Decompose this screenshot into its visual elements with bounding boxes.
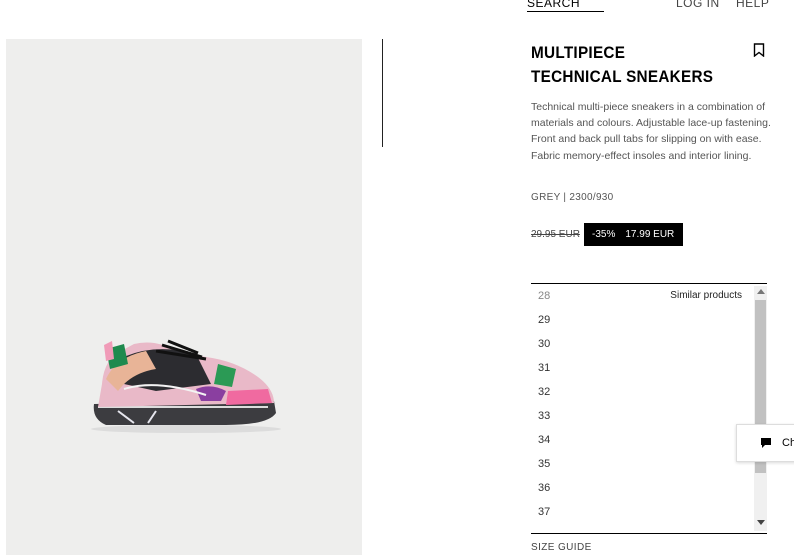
similar-products-link[interactable]: Similar products [670, 290, 742, 301]
login-link[interactable]: LOG IN [676, 0, 720, 10]
sneaker-image [91, 339, 281, 433]
size-selector[interactable]: 28 29 30 31 32 33 34 35 36 37 Similar products [531, 283, 767, 534]
size-option[interactable]: 28 [538, 284, 550, 308]
search-link[interactable]: SEARCH [527, 0, 604, 12]
scroll-down-arrow-icon[interactable] [757, 520, 765, 525]
chat-button[interactable]: Ch [736, 424, 794, 462]
product-description: Technical multi-piece sneakers in a comb… [531, 101, 771, 162]
size-list-scrollbar[interactable] [754, 286, 767, 531]
product-image[interactable] [6, 39, 362, 555]
size-option[interactable]: 31 [538, 356, 550, 380]
old-price: 29.95 EUR [531, 229, 580, 240]
product-title: MULTIPIECE TECHNICAL SNEAKERS [531, 43, 714, 86]
size-option[interactable]: 35 [538, 452, 550, 476]
size-option[interactable]: 32 [538, 380, 550, 404]
bookmark-icon[interactable] [753, 43, 765, 57]
help-link[interactable]: HELP [736, 0, 769, 10]
sale-price-badge: -35% 17.99 EUR [584, 223, 683, 246]
size-option[interactable]: 34 [538, 428, 550, 452]
size-option[interactable]: 30 [538, 332, 550, 356]
size-list: 28 29 30 31 32 33 34 35 36 37 [538, 284, 550, 524]
size-option[interactable]: 37 [538, 500, 550, 524]
new-price: 17.99 EUR [625, 229, 675, 240]
chat-bubble-icon [761, 438, 771, 448]
size-option[interactable]: 29 [538, 308, 550, 332]
size-option[interactable]: 33 [538, 404, 550, 428]
chat-label: Ch [782, 437, 794, 449]
discount-percent: -35% [592, 229, 616, 240]
colour-reference: GREY | 2300/930 [531, 192, 614, 203]
vertical-divider [382, 39, 383, 147]
scroll-up-arrow-icon[interactable] [757, 289, 765, 294]
size-option[interactable]: 36 [538, 476, 550, 500]
size-guide-link[interactable]: SIZE GUIDE [531, 542, 592, 553]
